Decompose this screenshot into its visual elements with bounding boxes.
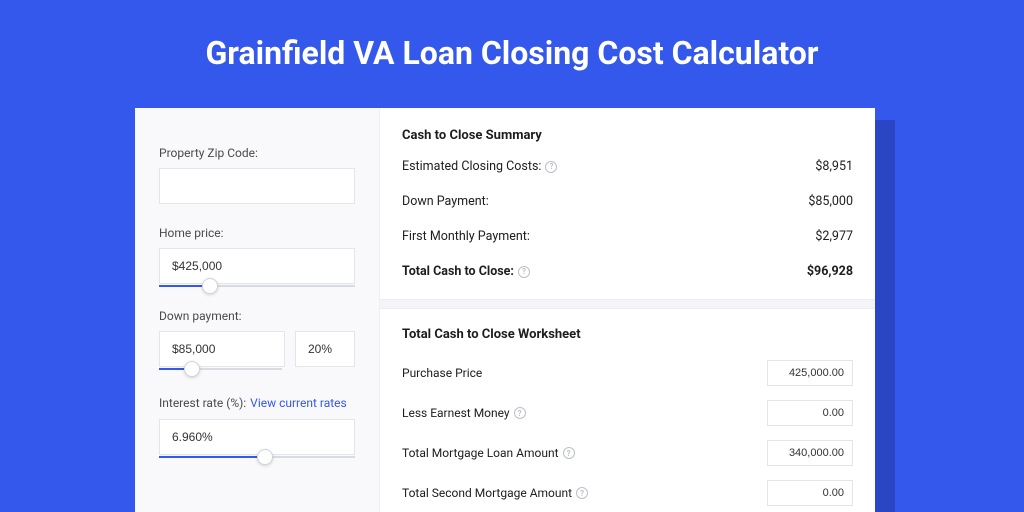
worksheet-value-input[interactable] (767, 400, 853, 426)
down-payment-field: Down payment: (159, 309, 355, 370)
zip-field: Property Zip Code: (159, 146, 355, 204)
summary-label-text: Estimated Closing Costs: (402, 159, 541, 174)
interest-rate-slider[interactable] (159, 456, 355, 458)
summary-total-row: Total Cash to Close: ? $96,928 (402, 264, 853, 279)
summary-total-value: $96,928 (807, 264, 853, 279)
worksheet-label: Less Earnest Money (402, 406, 510, 420)
help-icon[interactable]: ? (563, 447, 575, 459)
summary-value: $8,951 (815, 159, 853, 174)
worksheet-value-input[interactable] (767, 480, 853, 506)
zip-input[interactable] (159, 168, 355, 204)
worksheet-label: Purchase Price (402, 366, 482, 380)
help-icon[interactable]: ? (518, 266, 530, 278)
home-price-label: Home price: (159, 226, 355, 240)
summary-row: Down Payment: $85,000 (402, 194, 853, 209)
worksheet-row: Total Mortgage Loan Amount ? (402, 440, 853, 466)
summary-value: $85,000 (808, 194, 853, 209)
help-icon[interactable]: ? (545, 161, 557, 173)
worksheet-value-input[interactable] (767, 360, 853, 386)
help-icon[interactable]: ? (514, 407, 526, 419)
interest-rate-label: Interest rate (%): (159, 396, 246, 410)
slider-thumb[interactable] (202, 278, 218, 294)
home-price-input[interactable] (159, 248, 355, 284)
page-title: Grainfield VA Loan Closing Cost Calculat… (0, 0, 1024, 100)
worksheet-row: Purchase Price (402, 360, 853, 386)
slider-thumb[interactable] (257, 449, 273, 465)
slider-thumb[interactable] (184, 361, 200, 377)
worksheet-label: Total Second Mortgage Amount (402, 486, 572, 500)
worksheet-label: Total Mortgage Loan Amount (402, 446, 559, 460)
inputs-panel: Property Zip Code: Home price: Down paym… (135, 108, 380, 512)
summary-heading: Cash to Close Summary (402, 128, 853, 143)
home-price-slider[interactable] (159, 285, 355, 287)
summary-value: $2,977 (815, 229, 853, 244)
summary-row: Estimated Closing Costs: ? $8,951 (402, 159, 853, 174)
worksheet-row: Total Second Mortgage Amount ? (402, 480, 853, 506)
worksheet-row: Less Earnest Money ? (402, 400, 853, 426)
section-divider (380, 299, 875, 309)
zip-label: Property Zip Code: (159, 146, 355, 160)
summary-total-label: Total Cash to Close: (402, 264, 514, 279)
summary-label-text: Down Payment: (402, 194, 489, 209)
view-rates-link[interactable]: View current rates (250, 396, 347, 410)
worksheet-heading: Total Cash to Close Worksheet (402, 327, 853, 342)
calculator-card: Property Zip Code: Home price: Down paym… (135, 108, 875, 512)
interest-rate-input[interactable] (159, 419, 355, 455)
results-panel: Cash to Close Summary Estimated Closing … (380, 108, 875, 512)
worksheet-value-input[interactable] (767, 440, 853, 466)
help-icon[interactable]: ? (576, 487, 588, 499)
home-price-field: Home price: (159, 226, 355, 287)
down-payment-pct-input[interactable] (295, 331, 355, 367)
summary-label-text: First Monthly Payment: (402, 229, 530, 244)
down-payment-input[interactable] (159, 331, 285, 367)
summary-row: First Monthly Payment: $2,977 (402, 229, 853, 244)
interest-rate-field: Interest rate (%): View current rates (159, 392, 355, 458)
down-payment-slider[interactable] (159, 368, 282, 370)
down-payment-label: Down payment: (159, 309, 355, 323)
